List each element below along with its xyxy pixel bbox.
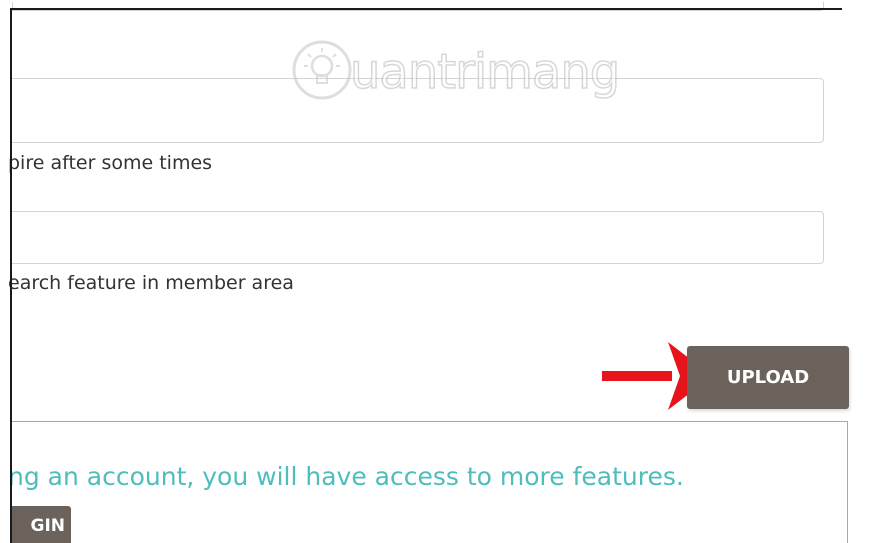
lightbulb-icon — [292, 40, 352, 100]
text-input-2[interactable] — [12, 212, 823, 263]
page: pire after some times earch feature in m… — [0, 0, 870, 543]
field-2-hint: earch feature in member area — [8, 272, 294, 294]
info-message: ng an account, you will have access to m… — [8, 462, 684, 491]
upload-button-label: UPLOAD — [726, 367, 810, 388]
login-button[interactable]: GIN — [10, 506, 71, 543]
upload-button[interactable]: UPLOAD — [687, 346, 849, 409]
text-field-2[interactable] — [12, 211, 824, 264]
watermark-text: uantrimang — [349, 43, 621, 101]
login-button-label: GIN — [30, 516, 65, 536]
left-border — [10, 8, 12, 543]
field-1-hint: pire after some times — [8, 152, 213, 174]
watermark: uantrimang — [288, 36, 668, 106]
top-border — [10, 8, 842, 10]
